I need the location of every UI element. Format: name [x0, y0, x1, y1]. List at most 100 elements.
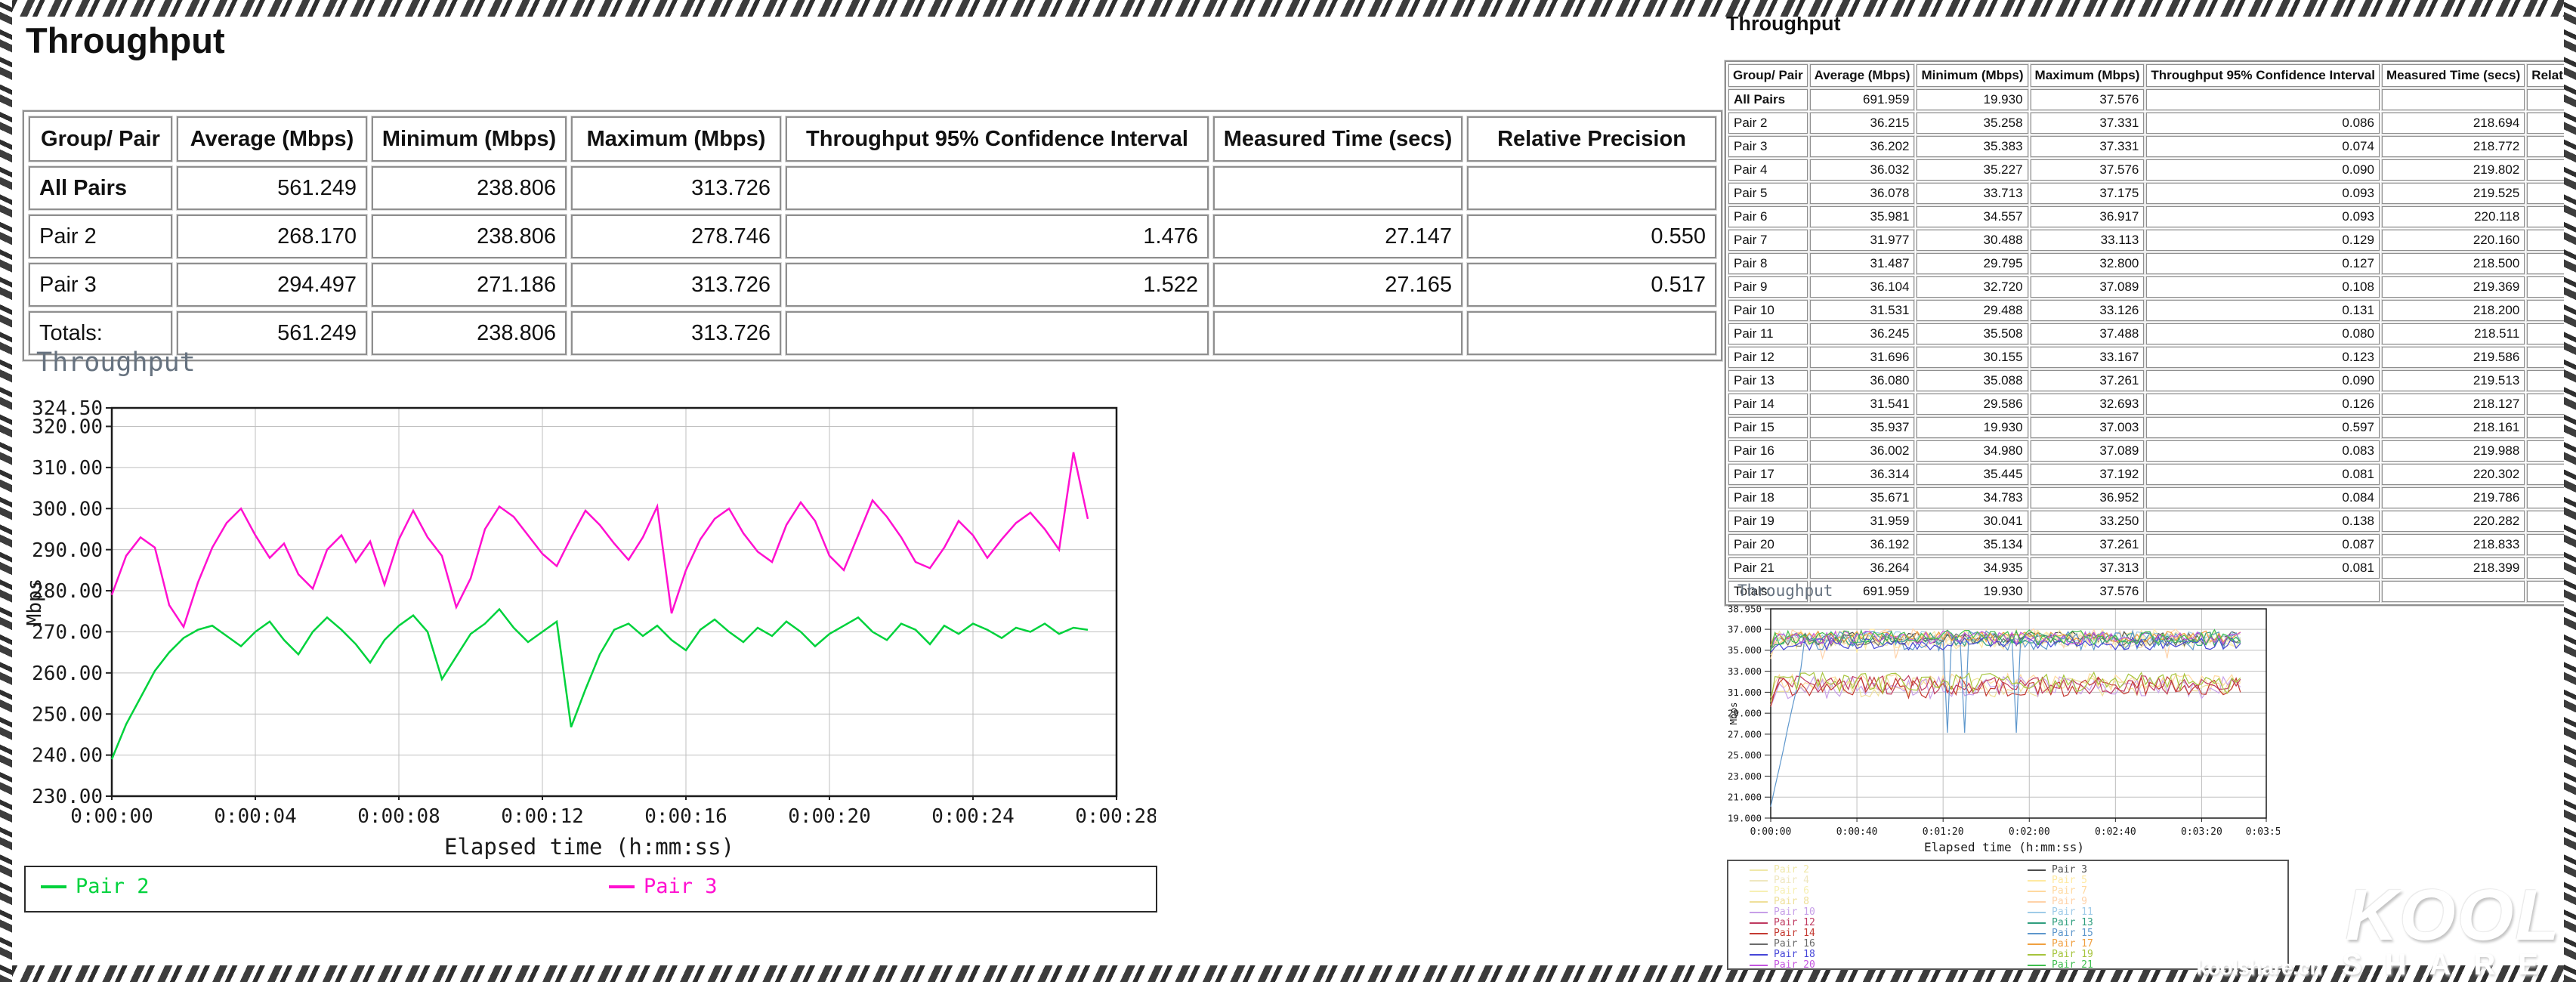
- value-cell: [1213, 311, 1463, 355]
- column-header: Throughput 95% Confidence Interval: [2146, 64, 2380, 87]
- svg-text:250.00: 250.00: [32, 703, 103, 726]
- legend-label: Pair 9: [2052, 897, 2087, 907]
- value-cell: 19.930: [1917, 417, 2028, 438]
- legend-entry-pair-14: Pair 14: [1750, 928, 2028, 939]
- value-cell: 219.786: [2382, 487, 2525, 508]
- value-cell: 218.500: [2382, 253, 2525, 274]
- svg-text:300.00: 300.00: [32, 498, 103, 520]
- value-cell: 35.258: [1917, 113, 2028, 134]
- value-cell: 0.086: [2146, 113, 2380, 134]
- value-cell: 37.261: [2031, 370, 2145, 391]
- svg-text:38.950: 38.950: [1728, 603, 1762, 614]
- table-header-row: Group/ PairAverage (Mbps)Minimum (Mbps)M…: [29, 116, 1716, 162]
- value-cell: 37.003: [2031, 417, 2145, 438]
- legend-label: Pair 6: [1774, 886, 1809, 897]
- table-row: Pair 2136.26434.93537.3130.081218.3990.2…: [1728, 557, 2576, 579]
- value-cell: 36.104: [1810, 276, 1915, 298]
- value-cell: 313.726: [571, 311, 781, 355]
- row-label-cell: Pair 14: [1728, 394, 1808, 415]
- svg-text:310.00: 310.00: [32, 457, 103, 480]
- watermark-url-text: koolshare.cn: [2196, 956, 2322, 980]
- value-cell: 0.126: [2146, 394, 2380, 415]
- legend-label: Pair 2: [76, 875, 150, 898]
- value-cell: 0.093: [2146, 206, 2380, 227]
- row-label-cell: Pair 7: [1728, 230, 1808, 251]
- legend-color-dash: [2028, 933, 2046, 934]
- value-cell: 219.513: [2382, 370, 2525, 391]
- value-cell: 219.369: [2382, 276, 2525, 298]
- right-chart-x-axis-title: Elapsed time (h:mm:ss): [1728, 840, 2280, 854]
- value-cell: 218.127: [2382, 394, 2525, 415]
- table-row: Pair 336.20235.38337.3310.074218.7720.20…: [1728, 136, 2576, 157]
- row-label-cell: Pair 6: [1728, 206, 1808, 227]
- legend-label: Pair 13: [2052, 918, 2093, 928]
- column-header: Measured Time (secs): [1213, 116, 1463, 162]
- column-header: Maximum (Mbps): [2031, 64, 2145, 87]
- value-cell: 37.089: [2031, 276, 2145, 298]
- legend-color-dash: [2028, 922, 2046, 924]
- row-label-cell: Pair 15: [1728, 417, 1808, 438]
- legend-color-dash: [609, 885, 635, 888]
- value-cell: 0.080: [2146, 323, 2380, 344]
- row-label-cell: Pair 21: [1728, 557, 1808, 579]
- value-cell: 313.726: [571, 166, 781, 210]
- legend-entry-pair-16: Pair 16: [1750, 939, 2028, 950]
- left-panel-title: Throughput: [26, 20, 225, 61]
- svg-text:0:00:16: 0:00:16: [644, 805, 727, 828]
- legend-color-dash: [41, 885, 66, 888]
- legend-label: Pair 5: [2052, 875, 2087, 886]
- value-cell: 36.264: [1810, 557, 1915, 579]
- value-cell: 31.531: [1810, 300, 1915, 321]
- row-label-cell: Pair 19: [1728, 511, 1808, 532]
- table-row: Pair 1931.95930.04133.2500.138220.2820.4…: [1728, 511, 2576, 532]
- value-cell: 278.746: [571, 215, 781, 258]
- value-cell: 268.170: [177, 215, 367, 258]
- value-cell: 313.726: [571, 263, 781, 307]
- table-row: Pair 2036.19235.13437.2610.087218.8330.2…: [1728, 534, 2576, 555]
- value-cell: 31.487: [1810, 253, 1915, 274]
- value-cell: 37.261: [2031, 534, 2145, 555]
- value-cell: 0.074: [2146, 136, 2380, 157]
- svg-text:27.000: 27.000: [1728, 728, 1762, 740]
- value-cell: 32.720: [1917, 276, 2028, 298]
- column-header: Average (Mbps): [1810, 64, 1915, 87]
- svg-text:19.000: 19.000: [1728, 812, 1762, 823]
- value-cell: 33.113: [2031, 230, 2145, 251]
- value-cell: 36.032: [1810, 159, 1915, 181]
- series-line-pair-15: [1771, 631, 2241, 807]
- watermark-share-text: SHARE: [2342, 948, 2561, 982]
- row-label-cell: Pair 8: [1728, 253, 1808, 274]
- results-table: Group/ PairAverage (Mbps)Minimum (Mbps)M…: [1725, 60, 2576, 606]
- legend-color-dash: [1750, 912, 1768, 913]
- value-cell: 35.937: [1810, 417, 1915, 438]
- table-row: Pair 536.07833.71337.1750.093219.5250.25…: [1728, 183, 2576, 204]
- value-cell: 0.090: [2146, 370, 2380, 391]
- value-cell: [2146, 89, 2380, 110]
- column-header: Throughput 95% Confidence Interval: [786, 116, 1209, 162]
- value-cell: 36.952: [2031, 487, 2145, 508]
- value-cell: 37.331: [2031, 113, 2145, 134]
- table-row: Pair 1231.69630.15533.1670.123219.5860.3…: [1728, 347, 2576, 368]
- table-row: Totals:691.95919.93037.576: [1728, 581, 2576, 602]
- legend-label: Pair 20: [1774, 960, 1815, 971]
- value-cell: [1467, 311, 1716, 355]
- value-cell: 218.694: [2382, 113, 2525, 134]
- table-row: Pair 635.98134.55736.9170.093220.1180.25…: [1728, 206, 2576, 227]
- series-line-pair-3: [112, 452, 1088, 627]
- value-cell: 35.383: [1917, 136, 2028, 157]
- legend-label: Pair 7: [2052, 886, 2087, 897]
- svg-text:25.000: 25.000: [1728, 749, 1762, 761]
- svg-text:21.000: 21.000: [1728, 792, 1762, 803]
- value-cell: 32.800: [2031, 253, 2145, 274]
- report-page: Throughput Group/ PairAverage (Mbps)Mini…: [0, 0, 2576, 982]
- left-results-table: Group/ PairAverage (Mbps)Minimum (Mbps)M…: [23, 110, 1722, 361]
- value-cell: 37.175: [2031, 183, 2145, 204]
- legend-label: Pair 10: [1774, 907, 1815, 918]
- legend-label: Pair 8: [1774, 897, 1809, 907]
- value-cell: 0.138: [2146, 511, 2380, 532]
- value-cell: 30.488: [1917, 230, 2028, 251]
- value-cell: 32.693: [2031, 394, 2145, 415]
- legend-color-dash: [2028, 880, 2046, 882]
- legend-color-dash: [1750, 891, 1768, 892]
- legend-entry-pair-18: Pair 18: [1750, 950, 2028, 960]
